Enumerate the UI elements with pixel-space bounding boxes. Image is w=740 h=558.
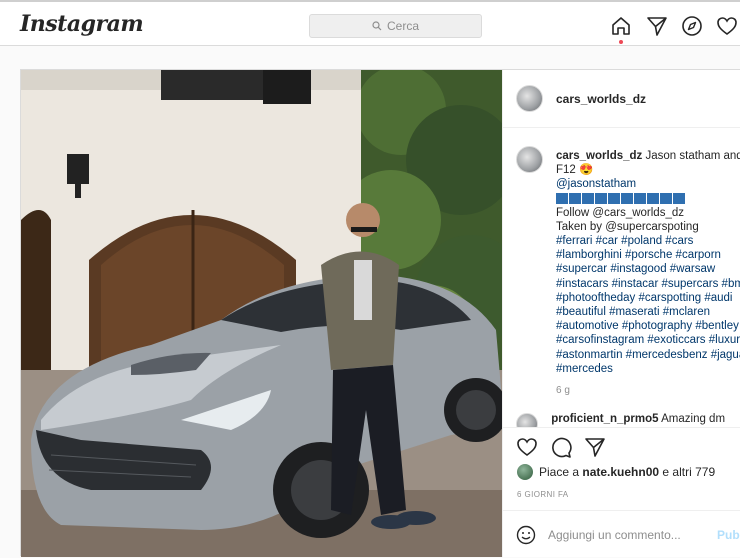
flag-emoji (569, 193, 581, 204)
add-comment-input[interactable]: Aggiungi un commento... (548, 528, 681, 542)
hashtag-line[interactable]: #ferrari #car #poland #cars (556, 234, 740, 248)
flag-emoji (595, 193, 607, 204)
likes-suffix[interactable]: e altri 779 (662, 465, 715, 479)
post-date[interactable]: 6 GIORNI FA (517, 490, 569, 499)
add-comment-bar: Aggiungi un commento... Pubblica (503, 510, 740, 558)
likes-prefix: Piace a (539, 465, 579, 479)
hashtag-line[interactable]: #instacars #instacar #supercars #bmw (556, 277, 740, 291)
home-icon[interactable] (610, 15, 632, 37)
search-icon (372, 21, 382, 31)
caption-timestamp[interactable]: 6 g (556, 384, 740, 398)
emoji-icon[interactable] (516, 525, 536, 545)
post-side-panel: cars_worlds_dz cars_worlds_dz Jason stat… (502, 70, 740, 557)
commenter-avatar[interactable] (516, 413, 538, 427)
heart-eyes-emoji: 😍 (579, 164, 593, 176)
liker-avatar (517, 464, 533, 480)
author-username[interactable]: cars_worlds_dz (556, 92, 646, 106)
comment-icon[interactable] (550, 436, 572, 458)
flag-emoji (647, 193, 659, 204)
caption-avatar[interactable] (516, 146, 543, 173)
comment-item: proficient_n_prmo5 Amazing dm (516, 413, 740, 427)
hashtag-line[interactable]: #astonmartin #mercedesbenz #jaguar (556, 348, 740, 362)
caption-text: cars_worlds_dz Jason statham and his F12… (556, 149, 740, 398)
share-icon[interactable] (584, 436, 606, 458)
flag-emoji (634, 193, 646, 204)
likes-summary[interactable]: Piace a nate.kuehn00 e altri 779 (517, 464, 715, 480)
flag-emoji-row (556, 193, 740, 205)
top-navbar: Instagram Cerca (0, 0, 740, 46)
author-avatar[interactable] (516, 85, 543, 112)
post-photo[interactable] (21, 70, 502, 557)
action-icons (516, 436, 606, 458)
instagram-logo[interactable]: Instagram (20, 11, 143, 37)
likes-user[interactable]: nate.kuehn00 (582, 465, 659, 479)
follow-line: Follow @cars_worlds_dz (556, 206, 740, 220)
comment-text: Amazing dm (661, 413, 725, 425)
hashtag-line[interactable]: #carsofinstagram #exoticcars #luxury (556, 333, 740, 347)
mention-link[interactable]: @jasonstatham (556, 177, 740, 191)
search-placeholder: Cerca (387, 19, 419, 33)
hashtag-line[interactable]: #lamborghini #porsche #carporn (556, 248, 740, 262)
flag-emoji (556, 193, 568, 204)
like-icon[interactable] (516, 436, 538, 458)
hashtag-line[interactable]: #automotive #photography #bentley (556, 319, 740, 333)
post-card: cars_worlds_dz cars_worlds_dz Jason stat… (20, 69, 740, 556)
explore-icon[interactable] (681, 15, 703, 37)
flag-emoji (660, 193, 672, 204)
caption-line-2: F12 (556, 164, 576, 176)
search-input[interactable]: Cerca (309, 14, 482, 38)
home-active-dot (619, 40, 623, 44)
post-image (21, 70, 502, 557)
hashtag-line[interactable]: #photooftheday #carspotting #audi (556, 291, 740, 305)
flag-emoji (608, 193, 620, 204)
flag-emoji (582, 193, 594, 204)
flag-emoji (673, 193, 685, 204)
caption-username[interactable]: cars_worlds_dz (556, 150, 642, 162)
commenter-username[interactable]: proficient_n_prmo5 (551, 413, 658, 425)
taken-line: Taken by @supercarspoting (556, 220, 740, 234)
hashtag-line[interactable]: #mercedes (556, 362, 740, 376)
hashtag-line[interactable]: #supercar #instagood #warsaw (556, 262, 740, 276)
post-actions: Piace a nate.kuehn00 e altri 779 6 GIORN… (503, 427, 740, 557)
flag-emoji (621, 193, 633, 204)
caption-line-1: Jason statham and his (646, 150, 740, 162)
direct-icon[interactable] (646, 15, 668, 37)
publish-button[interactable]: Pubblica (717, 528, 740, 542)
activity-icon[interactable] (716, 15, 738, 37)
hashtag-line[interactable]: #beautiful #maserati #mclaren (556, 305, 740, 319)
post-header: cars_worlds_dz (503, 70, 740, 128)
